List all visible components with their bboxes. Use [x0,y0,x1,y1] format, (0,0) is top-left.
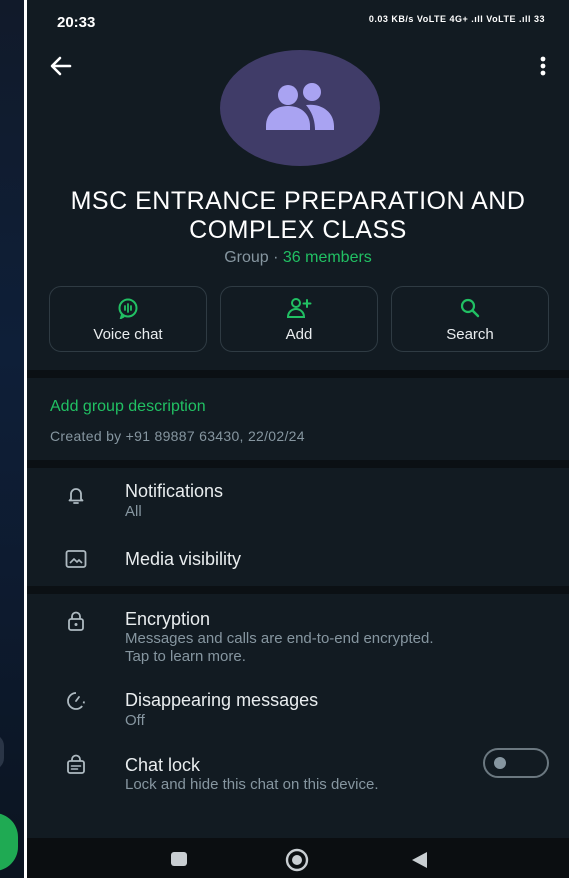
chat-lock-toggle[interactable] [483,748,549,778]
section-divider [27,460,569,468]
chat-lock-icon [65,754,87,776]
group-info-screen: 20:33 0.03 KB/s VoLTE 4G+ .ıll VoLTE .ıl… [27,0,569,878]
notifications-row[interactable]: Notifications All [27,468,569,530]
status-time: 20:33 [57,14,96,31]
encryption-title: Encryption [125,609,211,629]
voice-chat-button[interactable]: Voice chat [49,286,207,352]
disappearing-messages-value: Off [125,712,145,729]
chat-lock-title: Chat lock [125,755,201,775]
search-icon [392,297,548,319]
status-bar: 20:33 0.03 KB/s VoLTE 4G+ .ıll VoLTE .ıl… [27,0,569,40]
disappearing-messages-title: Disappearing messages [125,690,319,710]
more-vert-icon[interactable] [531,52,555,80]
add-label: Add [285,326,313,343]
voice-chat-label: Voice chat [93,326,163,343]
group-meta[interactable]: Group · 36 members [27,249,569,267]
description-section: Add group description Created by +91 898… [27,378,569,460]
privacy-settings-section: Encryption Messages and calls are end-to… [27,594,569,838]
encryption-row[interactable]: Encryption Messages and calls are end-to… [27,594,569,674]
arrow-left-icon[interactable] [47,52,75,80]
chat-lock-description: Lock and hide this chat on this device. [125,776,379,793]
back-triangle-icon[interactable] [409,850,429,870]
background-app-shape [0,734,4,770]
recents-icon[interactable] [171,852,187,866]
add-person-icon [221,297,377,319]
notifications-value: All [125,503,142,520]
home-icon[interactable] [285,848,309,872]
chat-lock-row[interactable]: Chat lock Lock and hide this chat on thi… [27,740,569,820]
image-icon [65,548,87,570]
disappearing-messages-row[interactable]: Disappearing messages Off [27,676,569,740]
status-indicators: 0.03 KB/s VoLTE 4G+ .ıll VoLTE .ıll 33 [368,14,545,24]
background-app-strip [0,0,27,878]
media-visibility-title: Media visibility [125,549,242,569]
voice-chat-icon [50,297,206,319]
add-member-button[interactable]: Add [220,286,378,352]
notifications-title: Notifications [125,481,224,501]
encryption-description: Messages and calls are end-to-end encryp… [125,630,434,665]
group-name: MSC ENTRANCE PREPARATION AND COMPLEX CLA… [70,187,526,244]
lock-icon [65,610,87,632]
created-by-text: Created by +91 89887 63430, 22/02/24 [50,428,305,444]
group-header: MSC ENTRANCE PREPARATION AND COMPLEX CLA… [27,40,569,370]
system-nav-bar [27,838,569,878]
bell-icon [65,484,87,506]
group-type-label: Group · [224,249,283,266]
search-button[interactable]: Search [391,286,549,352]
member-count[interactable]: 36 members [283,249,372,266]
add-description-link[interactable]: Add group description [50,398,206,416]
group-people-icon [266,83,334,130]
section-divider [27,370,569,378]
background-fab [0,813,18,871]
section-divider [27,586,569,594]
group-avatar[interactable] [220,50,380,166]
toggle-knob [494,757,506,769]
timer-icon [65,690,87,712]
search-label: Search [446,326,494,343]
media-visibility-row[interactable]: Media visibility [27,530,569,586]
notification-settings-section: Notifications All Media visibility [27,468,569,586]
